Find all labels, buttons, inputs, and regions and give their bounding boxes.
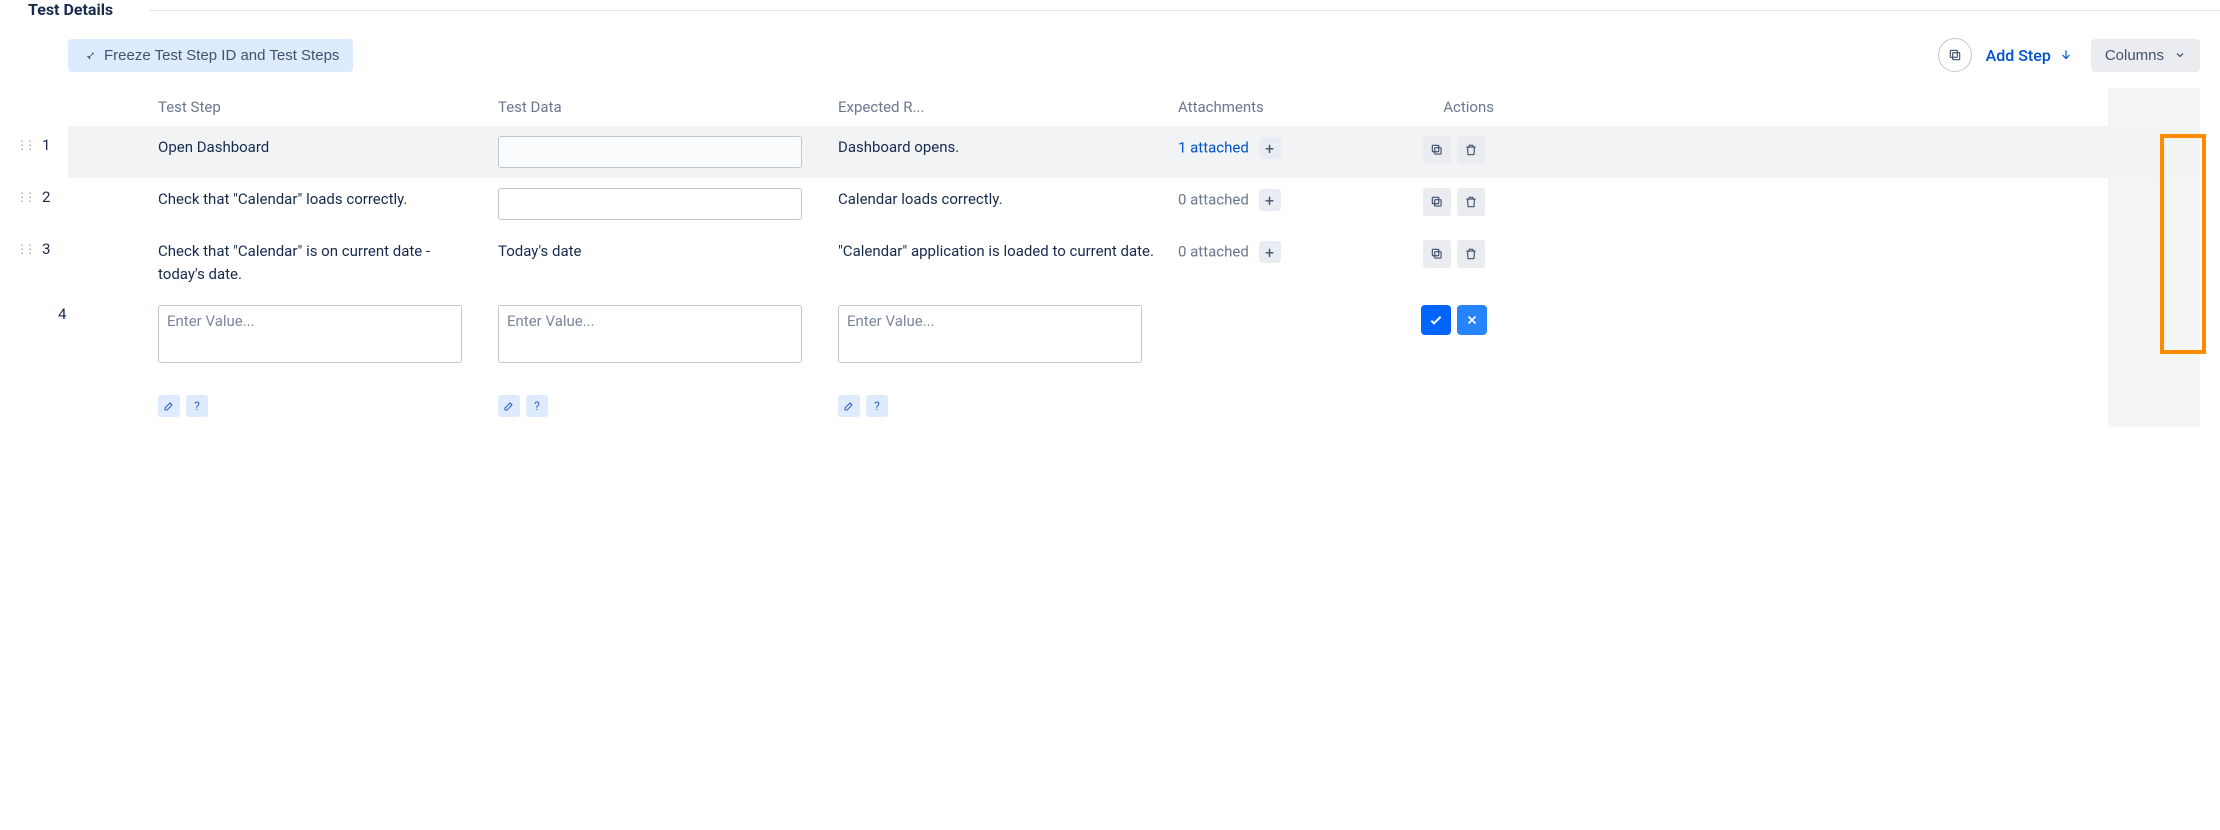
columns-label: Columns — [2105, 47, 2164, 64]
section-header: Test Details — [0, 0, 2220, 26]
help-button[interactable]: ? — [526, 395, 548, 417]
freeze-label: Freeze Test Step ID and Test Steps — [104, 47, 339, 64]
edit-icon — [503, 400, 515, 412]
footer-icons-row: ? ? ? — [68, 377, 2200, 427]
edit-icon — [163, 400, 175, 412]
freeze-button[interactable]: Freeze Test Step ID and Test Steps — [68, 39, 353, 72]
columns-button[interactable]: Columns — [2091, 39, 2200, 72]
table-row[interactable]: 3 Check that "Calendar" is on current da… — [68, 230, 2200, 295]
toolbar: Freeze Test Step ID and Test Steps Add S… — [0, 26, 2220, 88]
check-icon — [1428, 312, 1444, 328]
drag-handle-icon[interactable] — [16, 139, 32, 151]
drag-handle-icon[interactable] — [16, 191, 32, 203]
col-header-data: Test Data — [498, 98, 838, 116]
row-index: 2 — [42, 188, 50, 206]
help-button[interactable]: ? — [866, 395, 888, 417]
delete-row-button[interactable] — [1457, 188, 1485, 216]
add-attachment-button[interactable]: + — [1259, 241, 1281, 263]
table-row[interactable]: 2 Check that "Calendar" loads correctly.… — [68, 178, 2200, 230]
section-title: Test Details — [28, 0, 127, 19]
expected-cell[interactable]: "Calendar" application is loaded to curr… — [838, 240, 1178, 263]
new-data-input[interactable] — [498, 305, 802, 363]
add-step-label: Add Step — [1986, 46, 2051, 65]
pin-icon — [82, 48, 96, 62]
test-data-input[interactable] — [498, 136, 802, 168]
trash-icon — [1464, 247, 1478, 261]
copy-row-button[interactable] — [1423, 136, 1451, 164]
help-icon: ? — [874, 399, 880, 413]
edit-button[interactable] — [158, 395, 180, 417]
test-data-text[interactable]: Today's date — [498, 240, 838, 263]
copy-icon — [1430, 143, 1444, 157]
copy-row-button[interactable] — [1423, 188, 1451, 216]
row-index: 3 — [42, 240, 50, 258]
help-icon: ? — [194, 399, 200, 413]
confirm-new-row-button[interactable] — [1421, 305, 1451, 335]
step-cell[interactable]: Check that "Calendar" is on current date… — [158, 240, 498, 285]
x-icon — [1465, 313, 1479, 327]
copy-icon — [1430, 247, 1444, 261]
test-steps-grid: Test Step Test Data Expected R... Attach… — [0, 88, 2220, 427]
row-index: 1 — [42, 136, 50, 154]
help-icon: ? — [534, 399, 540, 413]
copy-steps-button[interactable] — [1938, 38, 1972, 72]
col-header-expected: Expected R... — [838, 98, 1178, 116]
expected-cell[interactable]: Calendar loads correctly. — [838, 188, 1178, 211]
delete-row-button[interactable] — [1457, 136, 1485, 164]
attachments-link[interactable]: 1 attached — [1178, 139, 1249, 157]
table-row-new: 4 — [68, 295, 2200, 377]
col-header-actions: Actions — [1408, 98, 1500, 116]
help-button[interactable]: ? — [186, 395, 208, 417]
trash-icon — [1464, 195, 1478, 209]
new-expected-input[interactable] — [838, 305, 1142, 363]
copy-icon — [1948, 48, 1962, 62]
trash-icon — [1464, 143, 1478, 157]
copy-row-button[interactable] — [1423, 240, 1451, 268]
add-attachment-button[interactable]: + — [1259, 189, 1281, 211]
col-header-step: Test Step — [158, 98, 498, 116]
edit-icon — [843, 400, 855, 412]
table-row[interactable]: 1 Open Dashboard Dashboard opens. 1 atta… — [68, 126, 2200, 178]
row-index: 4 — [58, 305, 66, 323]
edit-button[interactable] — [838, 395, 860, 417]
expected-cell[interactable]: Dashboard opens. — [838, 136, 1178, 159]
add-attachment-button[interactable]: + — [1259, 137, 1281, 159]
arrow-down-icon — [2059, 48, 2073, 62]
add-step-button[interactable]: Add Step — [1986, 46, 2073, 65]
copy-icon — [1430, 195, 1444, 209]
new-step-input[interactable] — [158, 305, 462, 363]
drag-handle-icon[interactable] — [16, 243, 32, 255]
cancel-new-row-button[interactable] — [1457, 305, 1487, 335]
grid-header: Test Step Test Data Expected R... Attach… — [68, 88, 2200, 126]
edit-button[interactable] — [498, 395, 520, 417]
step-cell[interactable]: Open Dashboard — [158, 136, 498, 159]
attachments-count: 0 attached — [1178, 191, 1249, 209]
step-cell[interactable]: Check that "Calendar" loads correctly. — [158, 188, 498, 211]
col-header-attachments: Attachments — [1178, 98, 1408, 116]
attachments-count: 0 attached — [1178, 243, 1249, 261]
delete-row-button[interactable] — [1457, 240, 1485, 268]
chevron-down-icon — [2174, 49, 2186, 61]
test-data-input[interactable] — [498, 188, 802, 220]
